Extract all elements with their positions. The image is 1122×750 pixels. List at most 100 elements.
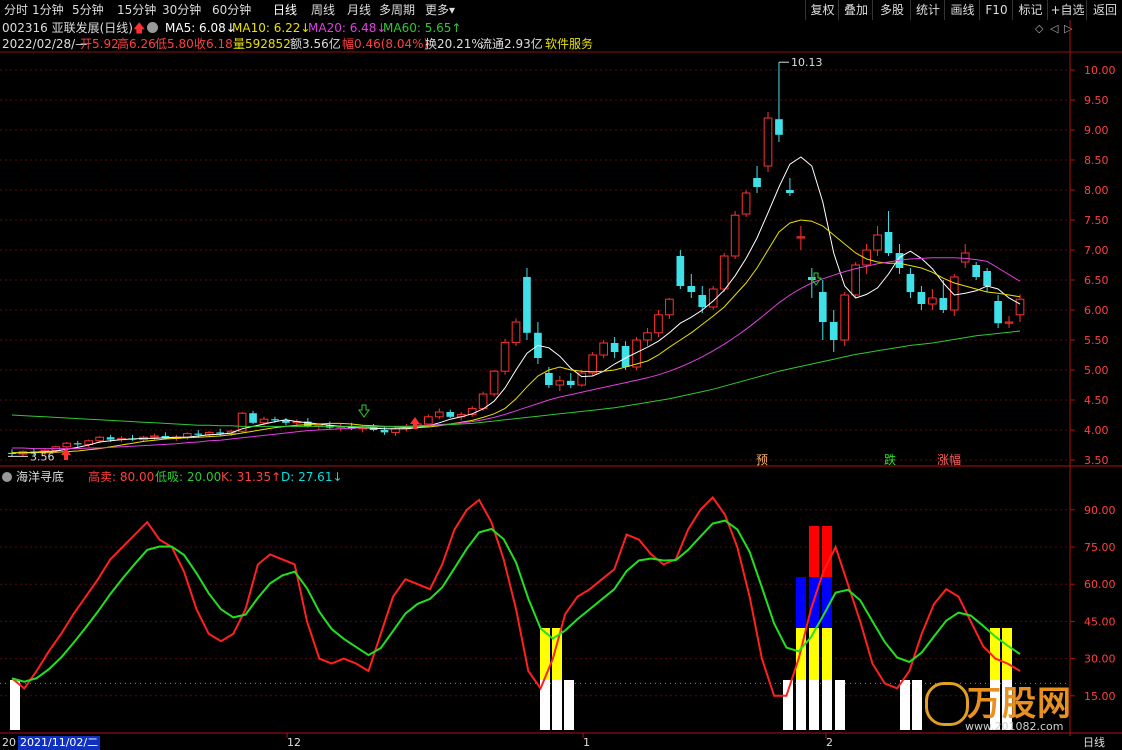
- watermark: 万股网 www.201082.com: [925, 676, 1095, 736]
- candle-body-down: [818, 292, 827, 322]
- candle-body-up: [643, 332, 652, 341]
- candle-body-up: [511, 321, 521, 343]
- watermark-url: www.201082.com: [965, 720, 1064, 733]
- price-tick-label: 4.00: [1084, 424, 1109, 437]
- cursor-date: 2021/11/02/二: [18, 736, 101, 750]
- candle-body-down: [676, 256, 685, 286]
- candle-body-down: [73, 443, 82, 445]
- price-tick-label: 7.00: [1084, 244, 1109, 257]
- price-tick-label: 9.00: [1084, 124, 1109, 137]
- candle-body-down: [983, 271, 991, 286]
- candle-body-down: [194, 433, 203, 435]
- month-label-1: 1: [583, 736, 590, 749]
- signal-label-1: 跌: [884, 452, 896, 467]
- watermark-logo-icon: [925, 682, 969, 726]
- candle-body-up: [719, 255, 729, 290]
- candle-body-down: [994, 301, 1002, 324]
- k-line: [11, 495, 1021, 697]
- candle-body-down: [446, 412, 455, 417]
- indicator-tick-label: 75.00: [1084, 541, 1116, 554]
- candle-body-down: [282, 420, 290, 423]
- price-tick-label: 8.00: [1084, 184, 1109, 197]
- white-bar: [783, 680, 793, 730]
- candle-body-up: [665, 298, 674, 316]
- price-tick-label: 5.00: [1084, 364, 1109, 377]
- white-bar: [822, 680, 832, 730]
- white-bar: [900, 680, 910, 730]
- price-tick-label: 3.50: [1084, 454, 1109, 467]
- red-bar: [809, 526, 819, 577]
- watermark-text: 万股网: [967, 684, 1072, 724]
- candle-body-up: [259, 418, 269, 424]
- price-tick-label: 6.00: [1084, 304, 1109, 317]
- candle-body-up: [500, 341, 510, 372]
- candle-body-up: [960, 252, 970, 263]
- candle-body-up: [654, 314, 663, 334]
- white-bar: [912, 680, 922, 730]
- candles: [8, 62, 1025, 457]
- indicator-tick-label: 45.00: [1084, 615, 1116, 628]
- candle-body-down: [380, 430, 389, 433]
- signal-label-0: 预: [756, 453, 768, 467]
- yellow-bar: [822, 628, 832, 680]
- candle-body-down: [523, 277, 531, 333]
- candle-body-up: [478, 393, 488, 409]
- max-price-label: 10.13: [791, 56, 823, 69]
- candle-body-up: [730, 214, 740, 257]
- candle-body-down: [786, 190, 794, 193]
- price-tick-label: 7.50: [1084, 214, 1109, 227]
- candle-body-down: [939, 298, 948, 310]
- candle-body-up: [741, 192, 751, 215]
- candle-body-down: [610, 343, 619, 352]
- price-tick-label: 5.50: [1084, 334, 1109, 347]
- price-tick-label: 9.50: [1084, 94, 1109, 107]
- yellow-bar: [809, 628, 819, 680]
- candle-body-down: [687, 286, 696, 292]
- candle-body-down: [753, 178, 761, 187]
- kd-lines: [11, 495, 1021, 697]
- candle-body-up: [763, 117, 773, 167]
- indicator-tick-label: 30.00: [1084, 653, 1116, 666]
- candle-body-down: [917, 292, 926, 304]
- indicator-tick-label: 60.00: [1084, 578, 1116, 591]
- candle-body-up: [796, 236, 806, 239]
- price-tick-label: 6.50: [1084, 274, 1109, 287]
- min-price-label: 3.56: [30, 450, 55, 463]
- candle-body-up: [391, 428, 400, 433]
- date-axis: 20 2021/11/02/二 12 1 2 日线: [0, 736, 1122, 750]
- ma20-line: [12, 257, 1021, 450]
- candle-body-down: [106, 437, 115, 440]
- candle-body-down: [884, 232, 893, 253]
- candle-body-up: [873, 234, 882, 251]
- period-label: 日线: [1083, 736, 1105, 749]
- date-stub: 20: [2, 736, 16, 749]
- ma5-line: [12, 156, 1021, 454]
- price-tick-label: 4.50: [1084, 394, 1109, 407]
- white-bar: [552, 680, 562, 730]
- grid-lines: [0, 69, 1070, 697]
- candle-body-up: [1015, 298, 1025, 316]
- candle-body-up: [150, 435, 159, 438]
- signal-label-2: 涨幅: [937, 452, 961, 467]
- candle-body-up: [1004, 321, 1014, 324]
- candle-body-up: [95, 436, 104, 442]
- candle-body-up: [588, 354, 598, 374]
- candle-body-up: [928, 297, 937, 305]
- candle-body-down: [545, 373, 553, 385]
- month-label-12: 12: [287, 736, 301, 749]
- candle-body-up: [489, 370, 499, 395]
- ma-lines: [11, 156, 1021, 454]
- candle-body-down: [698, 295, 707, 307]
- candle-body-down: [972, 265, 981, 277]
- white-bar: [564, 680, 574, 730]
- blue-bar: [796, 577, 806, 628]
- yellow-bar: [1002, 628, 1012, 680]
- candle-body-up: [434, 411, 444, 418]
- sell-arrow-icon: [358, 404, 370, 418]
- candle-body-down: [249, 413, 257, 423]
- candle-body-down: [906, 274, 915, 292]
- candle-body-down: [775, 119, 783, 135]
- month-label-2: 2: [826, 736, 833, 749]
- kline-chart[interactable]: 10.00 9.50 9.00 8.50 8.00 7.50 7.00 6.50 6.00 5.5…: [0, 0, 1122, 750]
- candle-body-down: [829, 322, 838, 340]
